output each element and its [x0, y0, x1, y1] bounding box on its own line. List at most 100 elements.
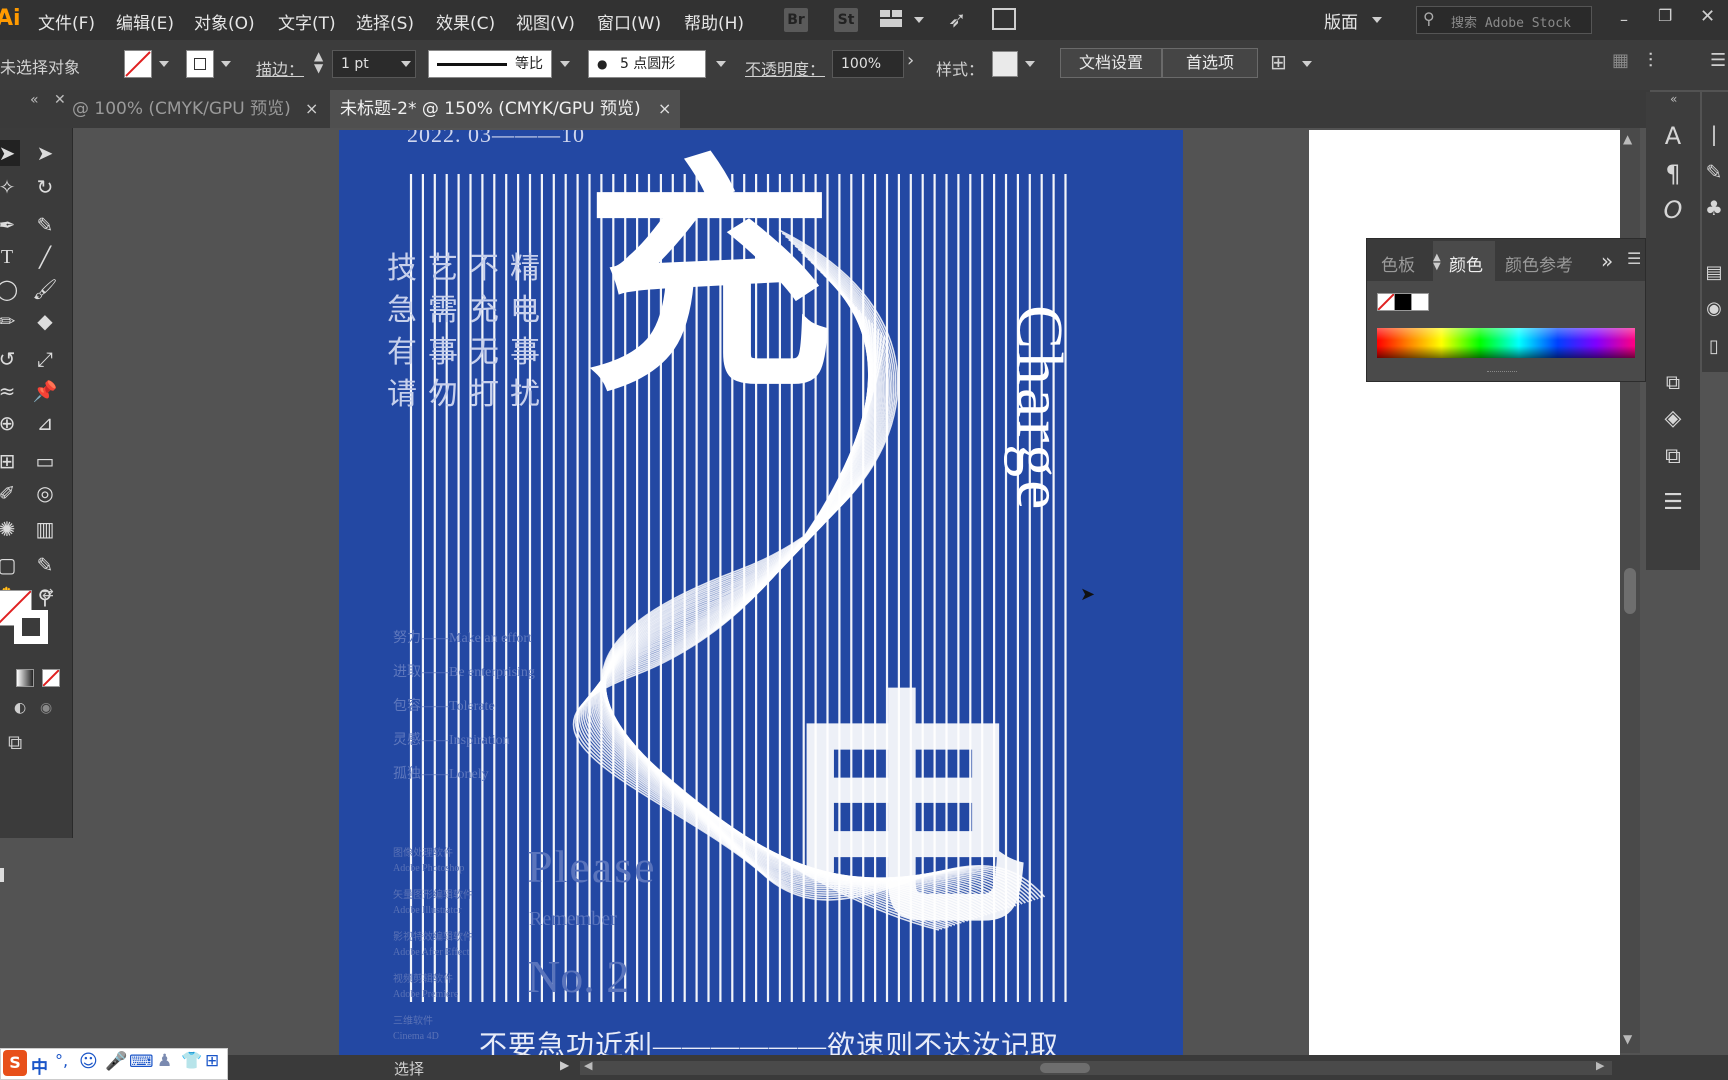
gpu-performance-icon[interactable]: ➶: [948, 8, 966, 33]
character-panel-icon[interactable]: A: [1653, 122, 1693, 150]
edit-toolbar-icon[interactable]: ⧉: [8, 730, 22, 754]
white-swatch[interactable]: [1411, 293, 1429, 311]
control-menu-icon[interactable]: ☰: [1710, 50, 1726, 71]
graphic-style-swatch[interactable]: [992, 51, 1018, 77]
brush-definition[interactable]: ● 5 点圆形: [588, 50, 706, 78]
arrange-dropdown-icon[interactable]: [914, 17, 924, 23]
transparency-panel-icon[interactable]: ▯: [1694, 336, 1728, 357]
eraser-tool-icon[interactable]: ◆: [32, 308, 58, 334]
opentype-panel-icon[interactable]: O: [1653, 196, 1693, 224]
artboard-poster[interactable]: 2022. 03———10 充 电 Charge 技艺不精 急需充电 有事无事 …: [339, 130, 1183, 1055]
ime-skin-icon[interactable]: 👕: [181, 1051, 202, 1071]
ime-user-icon[interactable]: ♟: [157, 1051, 172, 1071]
blend-tool-icon[interactable]: ◎: [32, 480, 58, 506]
gradient-mode-button[interactable]: [16, 669, 34, 687]
scale-tool-icon[interactable]: ⤢: [32, 346, 58, 372]
stroke-stepper[interactable]: ▲ ▼: [314, 50, 323, 74]
line-tool-icon[interactable]: ╱: [32, 244, 58, 270]
workspace-switcher[interactable]: 版面: [1324, 8, 1358, 33]
transform-icon[interactable]: ⫶: [1648, 48, 1653, 72]
tab-close-icon[interactable]: ×: [658, 90, 671, 128]
scroll-down-icon[interactable]: ▼: [1623, 1032, 1632, 1046]
scroll-up-icon[interactable]: ▲: [1623, 132, 1632, 146]
scroll-right-icon[interactable]: ▶: [1596, 1059, 1604, 1072]
panel-menu-icon[interactable]: ☰: [1627, 249, 1641, 268]
swap-colors-icon[interactable]: ⇄: [42, 586, 54, 602]
brush-dropdown-icon[interactable]: [716, 61, 726, 67]
opacity-label[interactable]: 不透明度：: [745, 56, 825, 80]
gradient-tool-icon[interactable]: ▭: [32, 448, 58, 474]
ime-punctuation-icon[interactable]: °,: [55, 1051, 68, 1070]
tab-document-1[interactable]: @ 100% (CMYK/GPU 预览): [62, 90, 326, 128]
touch-workspace-icon[interactable]: [992, 8, 1016, 30]
direct-selection-tool-icon[interactable]: ➤: [32, 140, 58, 166]
workspace-dropdown-icon[interactable]: [1372, 17, 1382, 23]
scroll-left-icon[interactable]: ◀: [584, 1059, 592, 1072]
toolbar-collapse-icon[interactable]: «: [30, 92, 39, 108]
stroke-dropdown-icon[interactable]: [221, 61, 231, 67]
close-window-button[interactable]: ✕: [1700, 6, 1715, 27]
horizontal-scroll-thumb[interactable]: [1040, 1063, 1090, 1073]
ime-keyboard-icon[interactable]: ⌨: [129, 1052, 154, 1072]
fill-dropdown-icon[interactable]: [159, 61, 169, 67]
color-spectrum-bar[interactable]: [1377, 328, 1635, 358]
ime-toolbar[interactable]: S 中 °, ☺ 🎤 ⌨ ♟ 👕 ⊞: [0, 1048, 228, 1080]
menu-file[interactable]: 文件(F): [38, 9, 95, 34]
shape-builder-tool-icon[interactable]: ⊕: [0, 410, 20, 436]
profile-dropdown-icon[interactable]: [560, 61, 570, 67]
none-swatch[interactable]: [1377, 293, 1395, 311]
tab-color-guide[interactable]: 颜色参考: [1505, 251, 1573, 276]
brushes-panel-icon[interactable]: ✎: [1694, 160, 1728, 184]
menu-window[interactable]: 窗口(W): [597, 9, 661, 34]
scroll-thumb[interactable]: [1624, 568, 1636, 614]
color-mode-button[interactable]: [0, 868, 4, 882]
minimize-button[interactable]: –: [1620, 10, 1628, 29]
stock-button[interactable]: St: [834, 8, 858, 32]
variable-width-profile[interactable]: 等比: [428, 50, 552, 78]
ime-voice-icon[interactable]: 🎤: [105, 1051, 127, 1072]
stroke-swatch[interactable]: [186, 50, 214, 78]
opacity-arrow-icon[interactable]: ›: [907, 50, 914, 71]
panel-expand-icon[interactable]: »: [1601, 249, 1613, 273]
document-setup-button[interactable]: 文档设置: [1060, 48, 1162, 78]
layers-panel-icon[interactable]: ◈: [1653, 406, 1693, 431]
preferences-button[interactable]: 首选项: [1162, 48, 1258, 78]
paintbrush-tool-icon[interactable]: 🖌: [32, 276, 58, 302]
fill-swatch[interactable]: [124, 50, 152, 78]
pencil-tool-icon[interactable]: ✏: [0, 308, 20, 334]
properties-panel-icon[interactable]: ☰: [1653, 490, 1693, 515]
tab-swatches[interactable]: 色板: [1381, 251, 1415, 276]
pathfinder-panel-icon[interactable]: ⧉: [1653, 444, 1693, 469]
draw-mode-icon[interactable]: ◐: [14, 700, 26, 716]
menu-type[interactable]: 文字(T): [278, 9, 336, 34]
symbol-sprayer-tool-icon[interactable]: ✺: [0, 516, 20, 542]
graphic-styles-panel-icon[interactable]: ▤: [1694, 262, 1728, 283]
stroke-weight-dropdown-icon[interactable]: [401, 61, 411, 67]
none-mode-button[interactable]: [42, 669, 60, 687]
opacity-field[interactable]: 100%: [832, 50, 904, 78]
horizontal-scrollbar[interactable]: ◀ ▶: [580, 1059, 1612, 1075]
menu-edit[interactable]: 编辑(E): [116, 9, 174, 34]
menu-view[interactable]: 视图(V): [516, 9, 575, 34]
stroke-color-box[interactable]: [14, 610, 48, 644]
symbols-panel-icon[interactable]: ♣: [1694, 196, 1728, 220]
glyphs-panel-icon[interactable]: |: [1694, 122, 1728, 146]
menu-effect[interactable]: 效果(C): [436, 9, 495, 34]
tab-document-2[interactable]: 未标题-2* @ 150% (CMYK/GPU 预览): [330, 90, 680, 128]
style-dropdown-icon[interactable]: [1025, 61, 1035, 67]
bridge-button[interactable]: Br: [784, 8, 808, 32]
puppet-warp-tool-icon[interactable]: 📌: [32, 378, 58, 404]
magic-wand-tool-icon[interactable]: ✧: [0, 174, 20, 200]
panel-resize-handle[interactable]: [1487, 371, 1517, 376]
slice-tool-icon[interactable]: ✎: [32, 552, 58, 578]
menu-object[interactable]: 对象(O): [194, 9, 255, 34]
color-tab-stepper-icon[interactable]: ▲ ▼: [1433, 253, 1441, 272]
align-icon[interactable]: ▦: [1612, 50, 1629, 71]
paragraph-panel-icon[interactable]: ¶: [1653, 160, 1693, 188]
appearance-panel-icon[interactable]: ◉: [1694, 298, 1728, 319]
type-tool-icon[interactable]: T: [0, 244, 20, 270]
menu-help[interactable]: 帮助(H): [684, 9, 744, 34]
stock-search-field[interactable]: ⚲ 搜索 Adobe Stock: [1416, 6, 1592, 34]
screen-mode-icon[interactable]: ◉: [40, 700, 52, 716]
column-graph-tool-icon[interactable]: ▥: [32, 516, 58, 542]
